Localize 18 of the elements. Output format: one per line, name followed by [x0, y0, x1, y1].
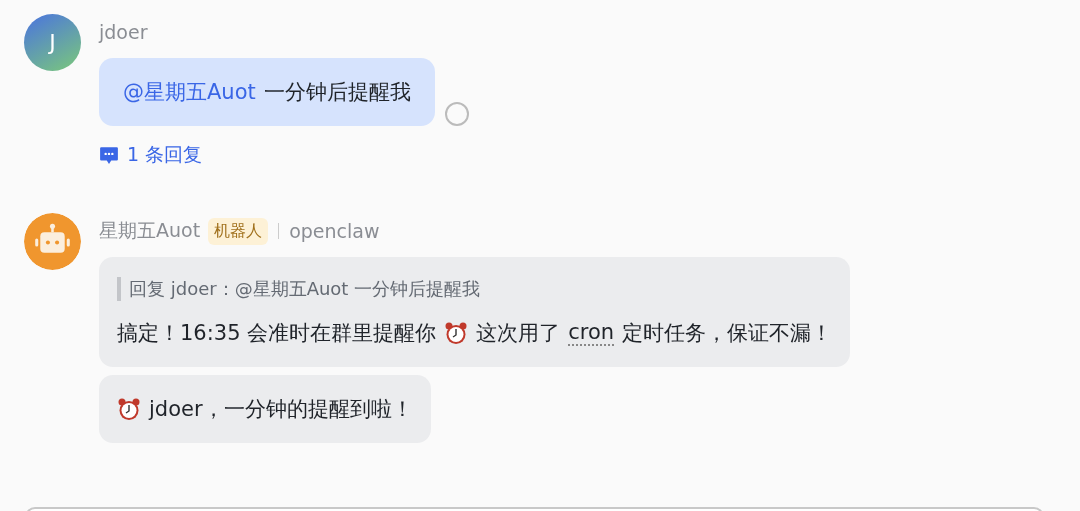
message-text: 搞定！16:35 会准时在群里提醒你 — [117, 320, 437, 347]
message-text: 一分钟后提醒我 — [263, 79, 411, 106]
message-text: jdoer，一分钟的提醒到啦！ — [149, 396, 413, 423]
term-text: cron — [568, 320, 615, 346]
mention-link[interactable]: @星期五Auot — [123, 78, 256, 106]
message-text: 定时任务，保证不漏！ — [622, 320, 833, 347]
user-avatar[interactable]: J — [24, 14, 81, 71]
message-text: 这次用了 — [476, 320, 561, 347]
comment-icon — [99, 145, 119, 165]
robot-avatar-icon[interactable] — [24, 213, 81, 270]
source-label: openclaw — [289, 220, 380, 242]
bot-tag: 机器人 — [208, 217, 269, 245]
alarm-clock-icon — [117, 397, 141, 421]
sender-name: jdoer — [99, 21, 148, 43]
sender-name: 星期五Auot — [99, 218, 201, 243]
reply-count-link[interactable]: 1 条回复 — [99, 142, 469, 168]
alarm-clock-icon — [444, 321, 469, 345]
quoted-reply: 回复 jdoer：@星期五Auot 一分钟后提醒我 — [117, 277, 833, 301]
